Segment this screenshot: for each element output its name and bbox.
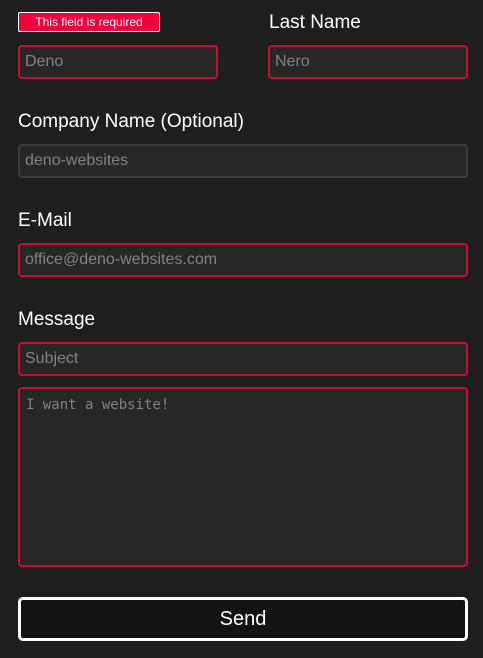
message-label: Message xyxy=(18,309,96,330)
first-name-input[interactable] xyxy=(18,45,218,79)
subject-input[interactable] xyxy=(18,342,468,376)
message-textarea[interactable] xyxy=(18,387,468,567)
company-name-input[interactable] xyxy=(18,144,468,178)
email-label: E-Mail xyxy=(18,210,72,231)
email-input[interactable] xyxy=(18,243,468,277)
first-name-error-badge: This field is required xyxy=(18,12,160,32)
company-name-label: Company Name (Optional) xyxy=(18,111,244,132)
last-name-input[interactable] xyxy=(268,45,468,79)
last-name-label: Last Name xyxy=(269,12,361,33)
send-button[interactable]: Send xyxy=(18,597,468,641)
